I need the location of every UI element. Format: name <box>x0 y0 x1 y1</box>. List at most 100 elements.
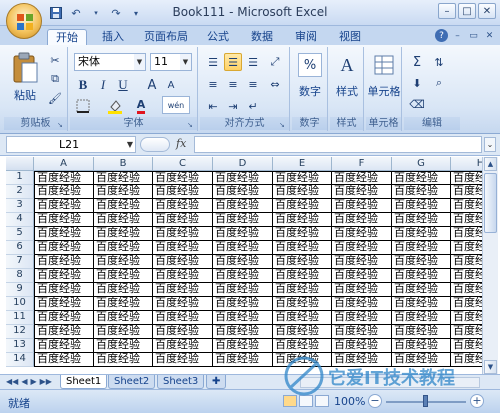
table-cell[interactable]: 百度经验 <box>213 353 273 367</box>
table-cell[interactable]: 百度经验 <box>451 213 482 227</box>
row-header[interactable]: 3 <box>6 199 34 213</box>
row-header[interactable]: 9 <box>6 283 34 297</box>
percent-icon[interactable]: % <box>298 53 322 77</box>
row-header[interactable]: 14 <box>6 353 34 367</box>
table-cell[interactable]: 百度经验 <box>273 297 332 311</box>
table-cell[interactable]: 百度经验 <box>273 311 332 325</box>
table-cell[interactable]: 百度经验 <box>213 311 273 325</box>
select-all-corner[interactable] <box>6 157 34 171</box>
cut-icon[interactable]: ✂ <box>46 51 64 69</box>
table-cell[interactable]: 百度经验 <box>34 241 94 255</box>
clipboard-launcher-icon[interactable]: ↘ <box>57 121 65 129</box>
chevron-down-icon[interactable]: ▼ <box>134 54 145 70</box>
table-cell[interactable]: 百度经验 <box>332 325 392 339</box>
table-cell[interactable]: 百度经验 <box>34 269 94 283</box>
alignment-launcher-icon[interactable]: ↘ <box>279 121 287 129</box>
table-cell[interactable]: 百度经验 <box>332 269 392 283</box>
table-cell[interactable]: 百度经验 <box>213 297 273 311</box>
next-sheet-icon[interactable]: ▶ <box>30 377 36 386</box>
table-cell[interactable]: 百度经验 <box>94 311 153 325</box>
table-cell[interactable]: 百度经验 <box>153 241 213 255</box>
table-cell[interactable]: 百度经验 <box>94 325 153 339</box>
table-cell[interactable]: 百度经验 <box>392 241 451 255</box>
table-cell[interactable]: 百度经验 <box>153 269 213 283</box>
table-cell[interactable]: 百度经验 <box>451 171 482 185</box>
restore-ribbon-icon[interactable]: ▭ <box>467 29 480 42</box>
table-cell[interactable]: 百度经验 <box>213 227 273 241</box>
table-cell[interactable]: 百度经验 <box>451 339 482 353</box>
table-cell[interactable]: 百度经验 <box>34 325 94 339</box>
table-cell[interactable]: 百度经验 <box>392 171 451 185</box>
tab-data[interactable]: 数据 <box>243 29 281 45</box>
table-cell[interactable]: 百度经验 <box>34 255 94 269</box>
italic-button[interactable]: I <box>94 76 112 94</box>
table-cell[interactable]: 百度经验 <box>392 199 451 213</box>
align-bottom-icon[interactable]: ☰ <box>244 53 262 71</box>
row-header[interactable]: 12 <box>6 325 34 339</box>
column-header[interactable]: E <box>273 157 332 171</box>
row-header[interactable]: 7 <box>6 255 34 269</box>
row-header[interactable]: 4 <box>6 213 34 227</box>
align-center-icon[interactable]: ≡ <box>224 75 242 93</box>
table-cell[interactable]: 百度经验 <box>273 353 332 367</box>
table-cell[interactable]: 百度经验 <box>94 255 153 269</box>
orientation-icon[interactable]: ⤢ <box>266 53 284 71</box>
table-cell[interactable]: 百度经验 <box>34 311 94 325</box>
find-select-icon[interactable]: ⌕ <box>430 74 448 92</box>
table-cell[interactable]: 百度经验 <box>94 171 153 185</box>
table-cell[interactable]: 百度经验 <box>94 283 153 297</box>
table-cell[interactable]: 百度经验 <box>273 269 332 283</box>
table-cell[interactable]: 百度经验 <box>94 227 153 241</box>
tab-formulas[interactable]: 公式 <box>199 29 237 45</box>
sheet-tab-3[interactable]: Sheet3 <box>157 375 205 389</box>
wrap-text-icon[interactable]: ↵ <box>244 97 262 115</box>
copy-icon[interactable]: ⧉ <box>46 70 64 88</box>
page-layout-view-icon[interactable] <box>299 395 313 407</box>
underline-button[interactable]: U <box>114 76 132 94</box>
table-cell[interactable]: 百度经验 <box>213 199 273 213</box>
tab-review[interactable]: 审阅 <box>287 29 325 45</box>
table-cell[interactable]: 百度经验 <box>332 353 392 367</box>
tab-page-layout[interactable]: 页面布局 <box>136 29 196 45</box>
styles-icon[interactable]: A <box>335 53 359 77</box>
font-color-button[interactable]: A <box>132 97 150 115</box>
font-launcher-icon[interactable]: ↘ <box>187 121 195 129</box>
align-right-icon[interactable]: ≡ <box>244 75 262 93</box>
table-cell[interactable]: 百度经验 <box>34 283 94 297</box>
table-cell[interactable]: 百度经验 <box>451 241 482 255</box>
paste-icon[interactable] <box>10 51 40 85</box>
grow-font-button[interactable]: A <box>143 76 161 94</box>
table-cell[interactable]: 百度经验 <box>273 213 332 227</box>
minimize-button[interactable]: – <box>438 3 456 19</box>
insert-sheet-icon[interactable]: ✚ <box>206 375 226 389</box>
column-header[interactable]: D <box>213 157 273 171</box>
table-cell[interactable]: 百度经验 <box>153 255 213 269</box>
table-cell[interactable]: 百度经验 <box>213 325 273 339</box>
table-cell[interactable]: 百度经验 <box>273 283 332 297</box>
sheet-tab-1[interactable]: Sheet1 <box>60 375 108 389</box>
clear-icon[interactable]: ⌫ <box>408 95 426 113</box>
table-cell[interactable]: 百度经验 <box>94 213 153 227</box>
font-name-combo[interactable]: 宋体 ▼ <box>74 53 146 71</box>
table-cell[interactable]: 百度经验 <box>392 269 451 283</box>
tab-insert[interactable]: 插入 <box>94 29 132 45</box>
name-box[interactable]: L21 ▼ <box>6 136 136 153</box>
table-cell[interactable]: 百度经验 <box>332 255 392 269</box>
column-header[interactable]: G <box>392 157 451 171</box>
tab-view[interactable]: 视图 <box>331 29 369 45</box>
table-cell[interactable]: 百度经验 <box>392 297 451 311</box>
table-cell[interactable]: 百度经验 <box>153 185 213 199</box>
office-button[interactable] <box>6 3 42 39</box>
table-cell[interactable]: 百度经验 <box>273 199 332 213</box>
table-cell[interactable]: 百度经验 <box>451 311 482 325</box>
column-header[interactable]: C <box>153 157 213 171</box>
column-header[interactable]: F <box>332 157 392 171</box>
table-cell[interactable]: 百度经验 <box>153 199 213 213</box>
table-cell[interactable]: 百度经验 <box>94 269 153 283</box>
format-painter-icon[interactable]: 🖌 <box>46 89 64 107</box>
sort-filter-icon[interactable]: ⇅ <box>430 53 448 71</box>
align-top-icon[interactable]: ☰ <box>204 53 222 71</box>
table-cell[interactable]: 百度经验 <box>273 227 332 241</box>
insert-function-button[interactable]: fx <box>176 137 186 150</box>
table-cell[interactable]: 百度经验 <box>392 311 451 325</box>
